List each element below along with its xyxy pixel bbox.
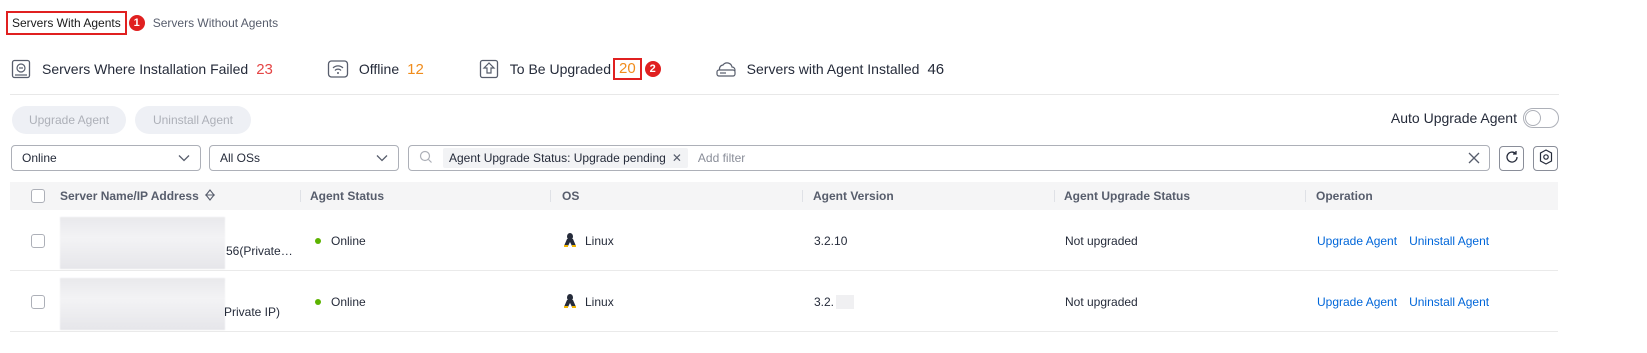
chevron-down-icon xyxy=(376,151,388,165)
stats-bar: Servers Where Installation Failed 23 Off… xyxy=(10,54,998,84)
filter-search-box[interactable]: Agent Upgrade Status: Upgrade pending ✕ … xyxy=(408,145,1490,171)
column-header-agent-status: Agent Status xyxy=(310,189,385,203)
tab-bar: Servers With Agents 1 Servers Without Ag… xyxy=(6,10,284,36)
uninstall-agent-button[interactable]: Uninstall Agent xyxy=(135,106,251,134)
column-separator xyxy=(550,190,551,202)
column-header-agent-version: Agent Version xyxy=(813,189,894,203)
uninstall-agent-link[interactable]: Uninstall Agent xyxy=(1409,295,1489,309)
agent-status: Online xyxy=(315,272,366,332)
add-filter-placeholder: Add filter xyxy=(697,151,746,165)
operation-cell: Upgrade Agent Uninstall Agent xyxy=(1317,272,1489,332)
settings-button[interactable] xyxy=(1533,146,1558,171)
gear-icon xyxy=(1538,149,1554,168)
column-label: Server Name/IP Address xyxy=(60,189,199,203)
select-all-checkbox[interactable] xyxy=(31,182,45,210)
row-checkbox[interactable] xyxy=(31,295,45,309)
agent-status: Online xyxy=(315,211,366,271)
agent-version: 3.2.10 xyxy=(814,234,848,248)
column-header-server[interactable]: Server Name/IP Address xyxy=(60,182,215,210)
server-error-icon xyxy=(10,58,32,80)
column-header-os: OS xyxy=(562,189,580,203)
checkbox[interactable] xyxy=(31,189,45,203)
os-cell: Linux xyxy=(563,272,614,332)
redacted-server-name xyxy=(60,217,225,269)
uninstall-agent-link[interactable]: Uninstall Agent xyxy=(1409,234,1489,248)
os-label: Linux xyxy=(585,295,614,309)
row-checkbox[interactable] xyxy=(31,234,45,248)
redacted-server-name xyxy=(60,278,225,330)
auto-upgrade-label: Auto Upgrade Agent xyxy=(1390,110,1517,126)
status-dot-icon xyxy=(315,238,321,244)
filter-chip-label: Agent Upgrade Status: Upgrade pending xyxy=(449,151,666,165)
upgrade-agent-link[interactable]: Upgrade Agent xyxy=(1317,295,1397,309)
stat-label: To Be Upgraded xyxy=(509,61,611,77)
server-name[interactable]: Private IP) xyxy=(224,282,280,342)
linux-icon xyxy=(563,293,577,312)
cloud-server-icon xyxy=(715,58,737,80)
stat-value: 20 xyxy=(612,58,642,80)
stat-offline[interactable]: Offline 12 xyxy=(327,58,424,80)
upgrade-agent-button[interactable]: Upgrade Agent xyxy=(12,106,126,134)
status-select[interactable]: Online xyxy=(11,145,201,171)
stat-label: Offline xyxy=(358,61,400,77)
os-cell: Linux xyxy=(563,211,614,271)
stat-label: Servers Where Installation Failed xyxy=(42,61,249,77)
row-checkbox-cell xyxy=(31,272,45,332)
stat-to-be-upgraded[interactable]: To Be Upgraded 20 2 xyxy=(478,58,661,80)
upgrade-status: Not upgraded xyxy=(1065,295,1138,309)
stat-value: 23 xyxy=(256,60,273,78)
agent-status-label: Online xyxy=(331,234,366,248)
table-header: Server Name/IP Address Agent Status OS A… xyxy=(10,182,1558,210)
tab-servers-without-agents[interactable]: Servers Without Agents xyxy=(147,11,284,35)
status-select-value: Online xyxy=(22,151,57,165)
column-separator xyxy=(1054,190,1055,202)
annotation-marker-2: 2 xyxy=(644,61,661,77)
toggle-knob xyxy=(1525,110,1541,126)
stat-value: 46 xyxy=(927,60,945,78)
search-icon xyxy=(419,150,433,167)
column-separator xyxy=(1305,190,1306,202)
sort-icon[interactable] xyxy=(204,188,215,204)
auto-upgrade-control: Auto Upgrade Agent xyxy=(1391,108,1559,128)
close-icon[interactable]: ✕ xyxy=(672,151,682,165)
upgrade-status: Not upgraded xyxy=(1065,234,1138,248)
operation-cell: Upgrade Agent Uninstall Agent xyxy=(1317,211,1489,271)
refresh-icon xyxy=(1505,150,1519,167)
row-checkbox-cell xyxy=(31,211,45,271)
auto-upgrade-toggle[interactable] xyxy=(1523,108,1559,128)
agent-status-label: Online xyxy=(331,295,366,309)
stat-install-failed[interactable]: Servers Where Installation Failed 23 xyxy=(10,58,273,80)
upgrade-agent-link[interactable]: Upgrade Agent xyxy=(1317,234,1397,248)
table-row: Private IP) Online Linux 3.2. Not upgrad… xyxy=(10,272,1558,332)
wifi-offline-icon xyxy=(327,58,349,80)
os-select[interactable]: All OSs xyxy=(209,145,399,171)
refresh-button[interactable] xyxy=(1499,146,1524,171)
agent-version: 3.2. xyxy=(814,272,855,332)
clear-icon[interactable] xyxy=(1467,151,1481,168)
linux-icon xyxy=(563,232,577,251)
chevron-down-icon xyxy=(178,151,190,165)
column-header-operation: Operation xyxy=(1316,189,1373,203)
agent-version-label: 3.2. xyxy=(814,295,835,309)
upgrade-arrow-icon xyxy=(478,58,500,80)
redacted-version xyxy=(836,295,855,309)
os-select-value: All OSs xyxy=(220,151,261,165)
table-row: 56(Private… Online Linux 3.2.10 Not upgr… xyxy=(10,211,1558,271)
tab-servers-with-agents[interactable]: Servers With Agents xyxy=(6,11,127,35)
stat-label: Servers with Agent Installed xyxy=(746,61,920,77)
status-dot-icon xyxy=(315,299,321,305)
filter-chip: Agent Upgrade Status: Upgrade pending ✕ xyxy=(443,148,688,168)
column-separator xyxy=(802,190,803,202)
column-header-upgrade-status: Agent Upgrade Status xyxy=(1064,189,1191,203)
os-label: Linux xyxy=(585,234,614,248)
stat-agent-installed[interactable]: Servers with Agent Installed 46 xyxy=(715,58,944,80)
column-separator xyxy=(300,190,301,202)
divider xyxy=(10,94,1559,95)
annotation-marker-1: 1 xyxy=(128,15,145,31)
stat-value: 12 xyxy=(407,60,424,78)
